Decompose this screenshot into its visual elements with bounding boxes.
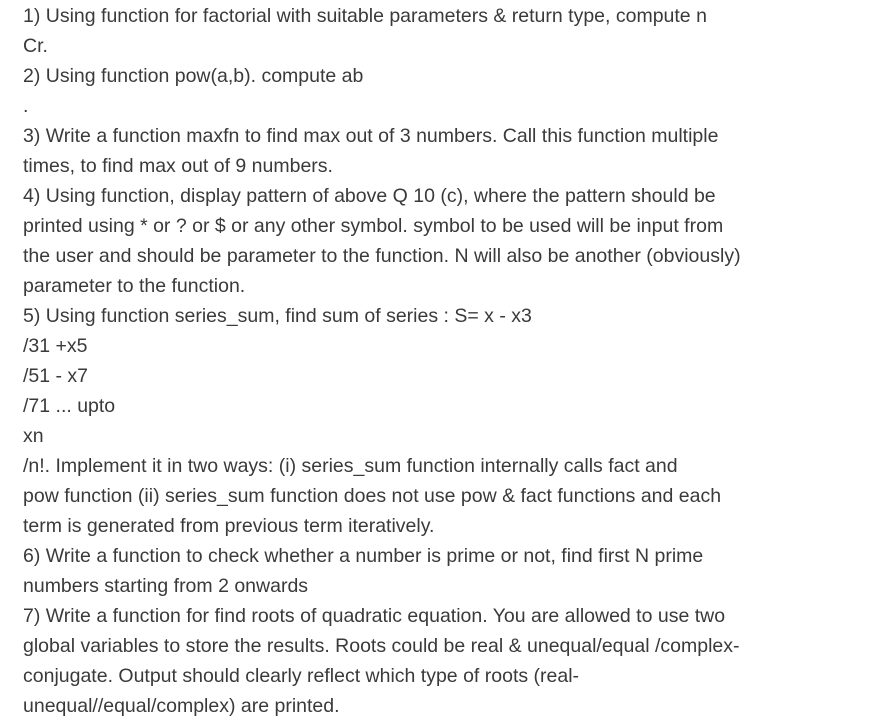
text-line-20: numbers starting from 2 onwards: [23, 575, 309, 597]
text-line-14: /71 ... upto: [23, 395, 116, 417]
text-line-4: .: [23, 95, 29, 117]
text-line-23: conjugate. Output should clearly reflect…: [23, 665, 580, 687]
text-line-5: 3) Write a function maxfn to find max ou…: [23, 125, 719, 147]
text-line-8: printed using * or ? or $ or any other s…: [23, 215, 724, 237]
text-line-6: times, to find max out of 9 numbers.: [23, 155, 333, 177]
text-line-16: /n!. Implement it in two ways: (i) serie…: [23, 455, 678, 477]
text-line-19: 6) Write a function to check whether a n…: [23, 545, 704, 567]
text-line-12: /31 +x5: [23, 335, 88, 357]
text-line-17: pow function (ii) series_sum function do…: [23, 485, 722, 507]
text-line-11: 5) Using function series_sum, find sum o…: [23, 305, 532, 327]
text-line-22: global variables to store the results. R…: [23, 635, 740, 657]
text-line-7: 4) Using function, display pattern of ab…: [23, 185, 716, 207]
text-line-3: 2) Using function pow(a,b). compute ab: [23, 65, 364, 87]
text-line-2: Cr.: [23, 35, 48, 57]
text-line-10: parameter to the function.: [23, 275, 246, 297]
text-line-1: 1) Using function for factorial with sui…: [23, 5, 707, 27]
text-line-24: unequal//equal/complex) are printed.: [23, 695, 340, 717]
text-line-9: the user and should be parameter to the …: [23, 245, 741, 267]
assignment-document: 1) Using function for factorial with sui…: [0, 0, 894, 724]
text-line-18: term is generated from previous term ite…: [23, 515, 435, 537]
text-line-21: 7) Write a function for find roots of qu…: [23, 605, 726, 627]
text-line-15: xn: [23, 425, 44, 447]
text-line-13: /51 - x7: [23, 365, 89, 387]
